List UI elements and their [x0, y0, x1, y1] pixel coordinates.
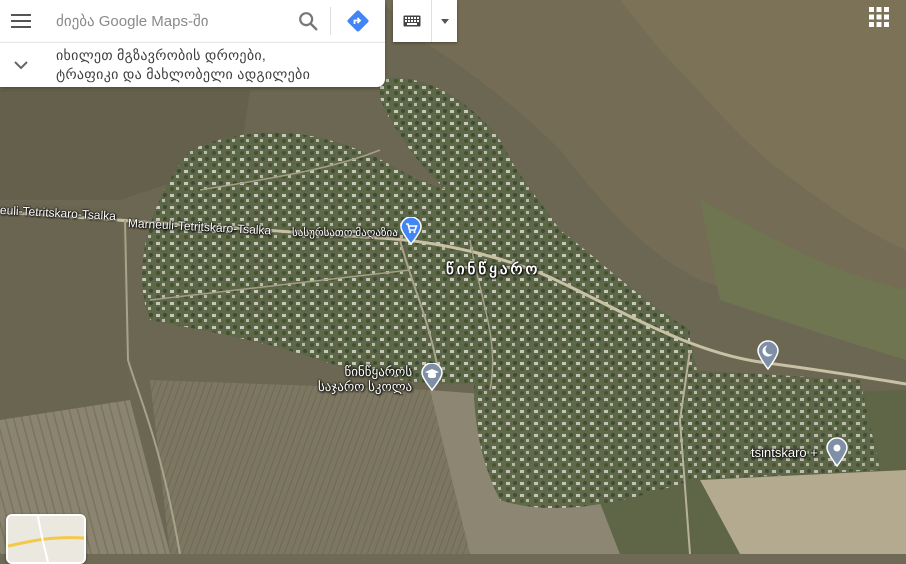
promo-panel: იხილეთ მგზავრობის დროები, ტრაფიკი და მახ…	[0, 42, 385, 87]
expand-button[interactable]	[0, 60, 42, 70]
map-pin-icon[interactable]	[825, 437, 849, 467]
directions-button[interactable]	[331, 0, 385, 42]
school-label-line1: წინწყაროს	[344, 364, 413, 379]
promo-line2: ტრაფიკი და მახლობელი ადგილები	[56, 66, 311, 82]
shop-label[interactable]: სასურსათო მაღაზია	[292, 226, 398, 241]
town-label: წინწყარო	[446, 261, 541, 278]
apps-grid-icon[interactable]	[868, 6, 890, 28]
chevron-down-icon	[14, 61, 28, 70]
search-input[interactable]	[42, 0, 286, 42]
tsintskaro-label[interactable]: tsintskaro +	[751, 445, 818, 460]
menu-button[interactable]	[0, 0, 42, 42]
search-box	[0, 0, 385, 42]
graduation-cap-icon[interactable]	[420, 363, 444, 391]
caret-down-icon	[440, 18, 449, 24]
search-button[interactable]	[286, 0, 330, 42]
shopping-cart-icon[interactable]	[399, 217, 423, 245]
keyboard-button[interactable]	[393, 0, 431, 42]
promo-text[interactable]: იხილეთ მგზავრობის დროები, ტრაფიკი და მახ…	[42, 46, 310, 84]
keyboard-icon	[403, 15, 421, 27]
search-icon	[299, 12, 318, 31]
directions-icon	[347, 10, 369, 32]
map-layer-thumbnail	[8, 516, 84, 562]
promo-line1: იხილეთ მგზავრობის დროები,	[56, 47, 267, 63]
school-label-line2: საჯარო სკოლა	[318, 379, 413, 394]
input-tools	[393, 0, 457, 42]
school-label[interactable]: წინწყაროს საჯარო სკოლა	[318, 364, 412, 394]
input-tools-dropdown[interactable]	[431, 0, 457, 42]
layers-toggle[interactable]	[6, 514, 86, 564]
crescent-moon-icon[interactable]	[756, 340, 780, 370]
hamburger-icon	[11, 14, 31, 28]
